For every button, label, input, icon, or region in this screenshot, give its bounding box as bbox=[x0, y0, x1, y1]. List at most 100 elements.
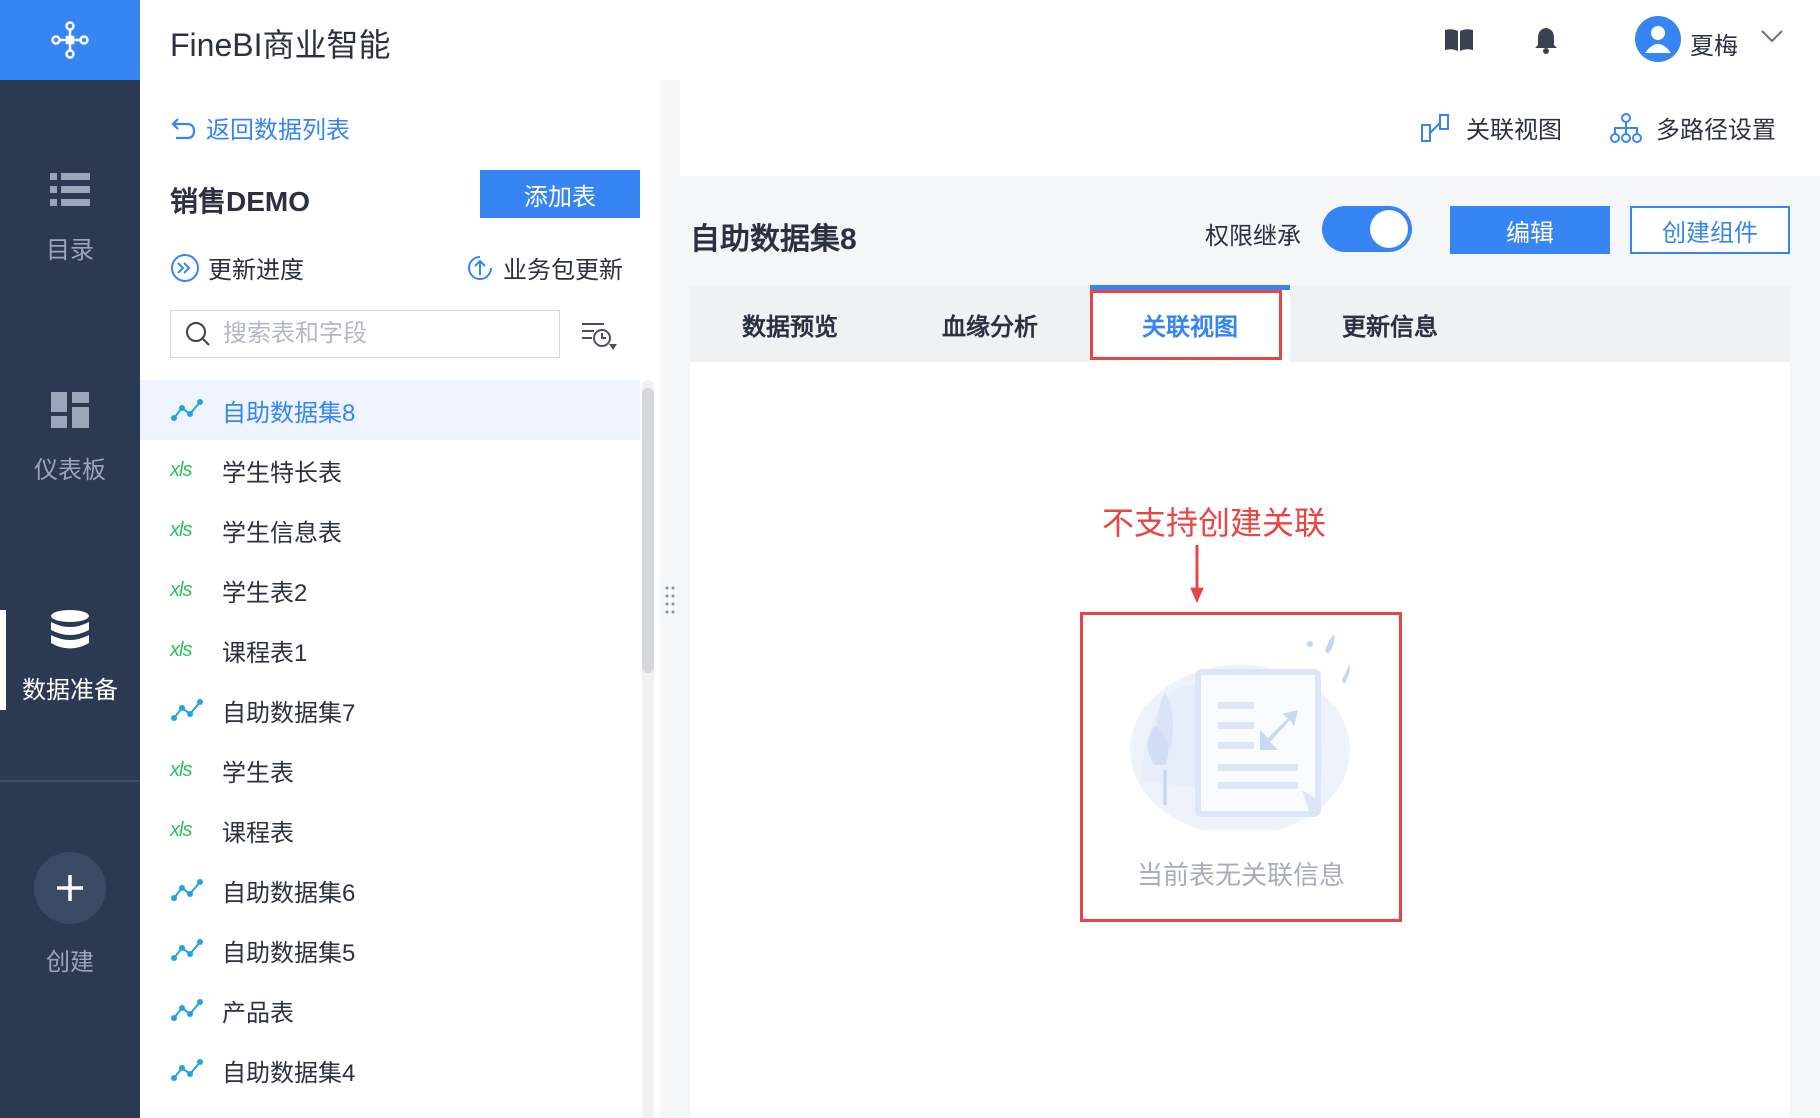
toggle-knob bbox=[1370, 210, 1408, 248]
xls-label: xls bbox=[170, 578, 192, 601]
table-list-item[interactable]: xls 课程表1 bbox=[140, 620, 640, 680]
self-dataset-icon bbox=[170, 1055, 208, 1085]
xls-label: xls bbox=[170, 638, 192, 661]
table-name: 自助数据集6 bbox=[222, 879, 356, 907]
table-list: 自助数据集8 xls 学生特长表 xls 学生信息表 xls 学生表2 xls 课程表1 自助数据… bbox=[140, 380, 640, 1100]
table-name: 自助数据集8 bbox=[222, 399, 356, 427]
dataset-toolbar: 关联视图 多路径设置 bbox=[680, 80, 1820, 176]
chevron-down-icon[interactable] bbox=[1760, 28, 1784, 49]
table-list-item[interactable]: 自助数据集7 bbox=[140, 680, 640, 740]
nav-label-create: 创建 bbox=[46, 949, 94, 976]
grip-icon bbox=[665, 586, 675, 614]
table-list-item[interactable]: 自助数据集4 bbox=[140, 1040, 640, 1100]
relation-view-button[interactable]: 关联视图 bbox=[1420, 110, 1562, 145]
relation-view-label: 关联视图 bbox=[1466, 117, 1562, 144]
nav-item-create[interactable]: 创建 bbox=[0, 852, 140, 977]
logo-icon bbox=[51, 21, 89, 59]
book-icon[interactable] bbox=[1443, 24, 1475, 56]
package-panel: 返回数据列表 销售DEMO 添加表 更新进度 业务包更新 自助数据集8 xls 学生… bbox=[140, 80, 660, 1118]
xls-file-icon: xls bbox=[170, 455, 208, 485]
xls-file-icon: xls bbox=[170, 635, 208, 665]
empty-state-text: 当前表无关联信息 bbox=[1136, 860, 1345, 890]
xls-file-icon: xls bbox=[170, 575, 208, 605]
bell-icon[interactable] bbox=[1530, 24, 1562, 56]
relation-view-icon bbox=[1421, 113, 1449, 142]
table-name: 课程表 bbox=[222, 819, 294, 847]
search-icon bbox=[186, 322, 210, 346]
panel-resize-handle[interactable] bbox=[664, 585, 676, 615]
scrollbar-thumb[interactable] bbox=[642, 388, 654, 673]
dataset-title: 自助数据集8 bbox=[690, 223, 857, 256]
self-dataset-icon bbox=[170, 995, 208, 1025]
tab-highlight-box bbox=[1090, 290, 1282, 360]
annotation-text: 不支持创建关联 bbox=[1102, 505, 1327, 541]
search-box[interactable] bbox=[170, 310, 560, 358]
app-title: FineBI商业智能 bbox=[170, 27, 391, 63]
permission-inherit-label: 权限继承 bbox=[1205, 223, 1301, 250]
multipath-settings-button[interactable]: 多路径设置 bbox=[1610, 110, 1776, 145]
update-progress-button[interactable]: 更新进度 bbox=[170, 250, 304, 285]
nav-label-catalog: 目录 bbox=[46, 237, 94, 264]
nav-label-data-prep: 数据准备 bbox=[22, 677, 118, 704]
avatar[interactable] bbox=[1635, 16, 1681, 62]
app-logo[interactable] bbox=[0, 0, 140, 80]
xls-label: xls bbox=[170, 818, 192, 841]
table-name: 自助数据集7 bbox=[222, 699, 356, 727]
nav-item-dashboard[interactable]: 仪表板 bbox=[0, 388, 140, 485]
xls-file-icon: xls bbox=[170, 515, 208, 545]
package-update-button[interactable]: 业务包更新 bbox=[465, 250, 623, 285]
multipath-settings-label: 多路径设置 bbox=[1656, 117, 1776, 144]
table-list-item[interactable]: xls 学生表2 bbox=[140, 560, 640, 620]
list-icon bbox=[48, 168, 92, 212]
table-list-scrollbar[interactable] bbox=[642, 380, 654, 1118]
xls-file-icon: xls bbox=[170, 755, 208, 785]
table-list-item[interactable]: xls 学生表 bbox=[140, 740, 640, 800]
self-dataset-icon bbox=[170, 395, 208, 425]
edit-button[interactable]: 编辑 bbox=[1450, 206, 1610, 254]
table-list-item[interactable]: xls 课程表 bbox=[140, 800, 640, 860]
user-icon bbox=[1645, 26, 1671, 53]
tab-data-preview[interactable]: 数据预览 bbox=[690, 286, 890, 362]
table-name: 产品表 bbox=[222, 999, 294, 1027]
table-name: 学生特长表 bbox=[222, 459, 342, 487]
permission-inherit-toggle[interactable] bbox=[1322, 206, 1412, 252]
table-list-item[interactable]: 自助数据集6 bbox=[140, 860, 640, 920]
search-input[interactable] bbox=[223, 320, 543, 348]
update-progress-label: 更新进度 bbox=[208, 257, 304, 284]
back-link-label: 返回数据列表 bbox=[206, 117, 350, 144]
user-name[interactable]: 夏梅 bbox=[1690, 26, 1738, 61]
table-list-item[interactable]: xls 学生特长表 bbox=[140, 440, 640, 500]
annotation-arrow-icon bbox=[1190, 545, 1204, 604]
database-icon bbox=[48, 608, 92, 652]
xls-label: xls bbox=[170, 518, 192, 541]
tab-update-info[interactable]: 更新信息 bbox=[1290, 286, 1490, 362]
hierarchy-icon bbox=[1610, 112, 1642, 143]
nav-divider bbox=[0, 780, 140, 782]
table-list-item[interactable]: 自助数据集5 bbox=[140, 920, 640, 980]
package-title: 销售DEMO bbox=[170, 186, 311, 217]
tab-lineage-analysis[interactable]: 血缘分析 bbox=[890, 286, 1090, 362]
table-name: 学生表2 bbox=[222, 579, 308, 607]
table-list-item[interactable]: xls 学生信息表 bbox=[140, 500, 640, 560]
create-component-button[interactable]: 创建组件 bbox=[1630, 206, 1790, 254]
xls-file-icon: xls bbox=[170, 815, 208, 845]
xls-label: xls bbox=[170, 458, 192, 481]
left-nav: 目录 仪表板 数据准备 创建 bbox=[0, 0, 140, 1118]
table-list-item[interactable]: 产品表 bbox=[140, 980, 640, 1040]
refresh-upload-icon bbox=[468, 255, 492, 280]
table-name: 学生信息表 bbox=[222, 519, 342, 547]
fast-forward-icon bbox=[171, 253, 199, 282]
add-table-button[interactable]: 添加表 bbox=[480, 170, 640, 218]
package-update-label: 业务包更新 bbox=[503, 257, 623, 284]
self-dataset-icon bbox=[170, 695, 208, 725]
empty-document-illustration-icon bbox=[1130, 634, 1350, 830]
nav-item-catalog[interactable]: 目录 bbox=[0, 168, 140, 265]
sort-filter-icon[interactable] bbox=[577, 314, 621, 358]
self-dataset-icon bbox=[170, 875, 208, 905]
dashboard-icon bbox=[48, 388, 92, 432]
table-list-item[interactable]: 自助数据集8 bbox=[140, 380, 640, 440]
nav-item-data-prep[interactable]: 数据准备 bbox=[0, 608, 140, 705]
xls-label: xls bbox=[170, 758, 192, 781]
top-bar: FineBI商业智能 夏梅 bbox=[140, 0, 1820, 80]
back-to-data-list-link[interactable]: 返回数据列表 bbox=[170, 110, 350, 145]
